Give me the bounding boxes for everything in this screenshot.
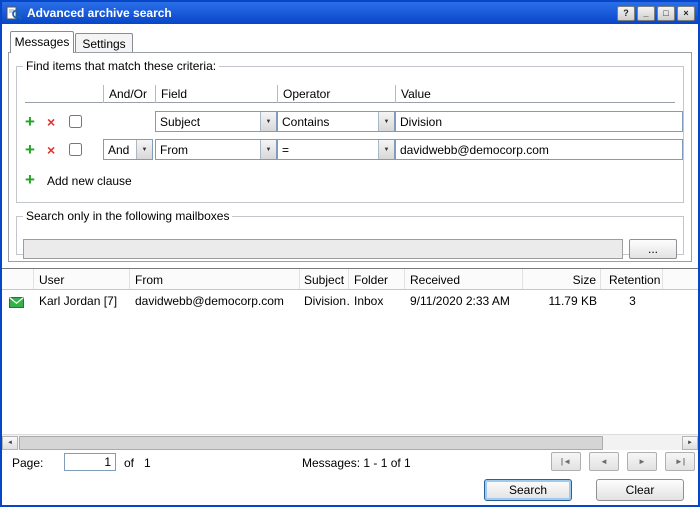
clause-checkbox[interactable] [69, 143, 82, 156]
maximize-icon[interactable]: □ [657, 6, 675, 21]
header-from[interactable]: From [130, 269, 300, 289]
field-select[interactable]: Subject ▼ [155, 111, 277, 132]
last-page-button[interactable]: ►| [665, 452, 695, 471]
cell-folder: Inbox [349, 290, 405, 310]
header-filler [663, 269, 698, 289]
header-retention[interactable]: Retention [601, 269, 663, 289]
scrollbar-thumb[interactable] [19, 436, 603, 450]
header-subject[interactable]: Subject [300, 269, 349, 289]
result-row[interactable]: Karl Jordan [7] davidwebb@democorp.com D… [2, 290, 698, 310]
field-select-value: Subject [156, 112, 260, 131]
messages-tab-page: Find items that match these criteria: An… [8, 52, 692, 262]
chevron-down-icon: ▼ [378, 112, 394, 131]
criteria-row: + × Subject ▼ Contains ▼ [25, 111, 675, 135]
total-pages: 1 [144, 456, 151, 470]
cell-from: davidwebb@democorp.com [130, 290, 300, 310]
tab-settings[interactable]: Settings [75, 33, 133, 52]
criteria-row: + × And ▼ From ▼ = ▼ [25, 139, 675, 163]
of-label: of [124, 456, 134, 470]
pager-bar: Page: of 1 Messages: 1 - 1 of 1 |◄ ◄ ► ►… [2, 451, 698, 475]
first-page-button[interactable]: |◄ [551, 452, 581, 471]
header-field: Field [155, 85, 277, 103]
help-icon[interactable]: ? [617, 6, 635, 21]
add-clause-icon[interactable]: + [25, 113, 35, 130]
mail-icon [2, 290, 34, 310]
advanced-archive-search-window: Advanced archive search ? _ □ × Messages… [0, 0, 700, 507]
add-new-clause-link[interactable]: Add new clause [47, 174, 132, 188]
value-input[interactable] [395, 139, 683, 160]
results-list: User From Subject Folder Received Size R… [2, 268, 698, 434]
operator-select-value: = [278, 140, 378, 159]
andor-select-value: And [104, 140, 136, 159]
delete-clause-icon[interactable]: × [47, 143, 55, 157]
andor-select[interactable]: And ▼ [103, 139, 153, 160]
cell-user: Karl Jordan [7] [34, 290, 130, 310]
cell-size: 11.79 KB [523, 290, 601, 310]
minimize-icon[interactable]: _ [637, 6, 655, 21]
header-operator: Operator [277, 85, 395, 103]
clause-checkbox[interactable] [69, 115, 82, 128]
chevron-down-icon: ▼ [260, 140, 276, 159]
cell-received: 9/11/2020 2:33 AM [405, 290, 523, 310]
delete-clause-icon[interactable]: × [47, 115, 55, 129]
cell-subject: Division… [300, 290, 349, 310]
header-value: Value [395, 85, 683, 103]
chevron-down-icon: ▼ [260, 112, 276, 131]
mailboxes-group: Search only in the following mailboxes .… [16, 209, 684, 255]
close-icon[interactable]: × [677, 6, 695, 21]
chevron-down-icon: ▼ [378, 140, 394, 159]
scroll-right-icon[interactable]: ► [682, 436, 698, 450]
tab-messages[interactable]: Messages [10, 31, 74, 53]
field-select[interactable]: From ▼ [155, 139, 277, 160]
criteria-group-title: Find items that match these criteria: [23, 59, 219, 73]
chevron-down-icon: ▼ [136, 140, 152, 159]
window-title: Advanced archive search [27, 6, 612, 20]
header-size[interactable]: Size [523, 269, 601, 289]
browse-mailboxes-button[interactable]: ... [629, 239, 677, 259]
search-button[interactable]: Search [484, 479, 572, 501]
previous-page-button[interactable]: ◄ [589, 452, 619, 471]
header-icon-column[interactable] [2, 269, 34, 289]
criteria-grid-header: And/Or Field Operator Value [25, 85, 675, 103]
page-label: Page: [12, 456, 43, 470]
app-icon [6, 5, 22, 21]
mailboxes-group-title: Search only in the following mailboxes [23, 209, 232, 223]
add-clause-icon[interactable]: + [25, 141, 35, 158]
messages-count: Messages: 1 - 1 of 1 [302, 456, 411, 470]
page-number-input[interactable] [64, 453, 116, 471]
header-andor: And/Or [103, 85, 155, 103]
titlebar[interactable]: Advanced archive search ? _ □ × [2, 2, 698, 24]
field-select-value: From [156, 140, 260, 159]
operator-select[interactable]: Contains ▼ [277, 111, 395, 132]
mailboxes-input[interactable] [23, 239, 623, 259]
cell-retention: 3 [601, 290, 663, 310]
header-folder[interactable]: Folder [349, 269, 405, 289]
header-user[interactable]: User [34, 269, 130, 289]
clear-button[interactable]: Clear [596, 479, 684, 501]
criteria-group: Find items that match these criteria: An… [16, 59, 684, 203]
results-header: User From Subject Folder Received Size R… [2, 269, 698, 290]
operator-select-value: Contains [278, 112, 378, 131]
horizontal-scrollbar[interactable]: ◄ ► [2, 434, 698, 450]
window-controls: ? _ □ × [617, 6, 695, 21]
scroll-left-icon[interactable]: ◄ [2, 436, 18, 450]
operator-select[interactable]: = ▼ [277, 139, 395, 160]
value-input[interactable] [395, 111, 683, 132]
add-clause-icon[interactable]: + [25, 171, 35, 188]
header-received[interactable]: Received [405, 269, 523, 289]
cell-filler [663, 290, 698, 310]
next-page-button[interactable]: ► [627, 452, 657, 471]
